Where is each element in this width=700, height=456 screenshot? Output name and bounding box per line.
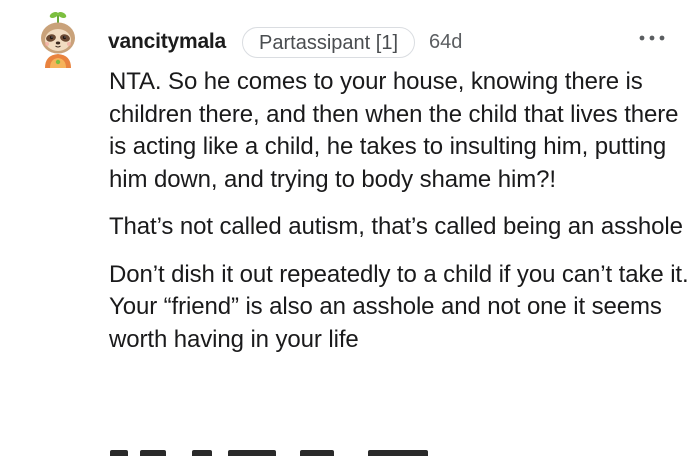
more-horizontal-icon xyxy=(639,35,665,41)
comment-paragraph: NTA. So he comes to your house, knowing … xyxy=(109,68,679,193)
next-comment-text-cropped xyxy=(110,446,440,456)
comment-age: 64d xyxy=(429,30,463,53)
comment-paragraph: Don’t dish it out repeatedly to a child … xyxy=(109,260,689,353)
comment-header: vancitymala Partassipant [1] 64d xyxy=(108,25,462,59)
user-flair: Partassipant [1] xyxy=(242,26,416,58)
comment: vancitymala Partassipant [1] 64d NTA. So… xyxy=(0,0,700,456)
username[interactable]: vancitymala xyxy=(108,30,226,54)
comment-body: NTA. So he comes to your house, knowing … xyxy=(109,66,689,371)
sloth-avatar-icon xyxy=(41,11,75,68)
avatar[interactable] xyxy=(36,10,80,70)
comment-paragraph: That’s not called autism, that’s called … xyxy=(109,213,683,240)
more-options-button[interactable] xyxy=(636,28,668,48)
